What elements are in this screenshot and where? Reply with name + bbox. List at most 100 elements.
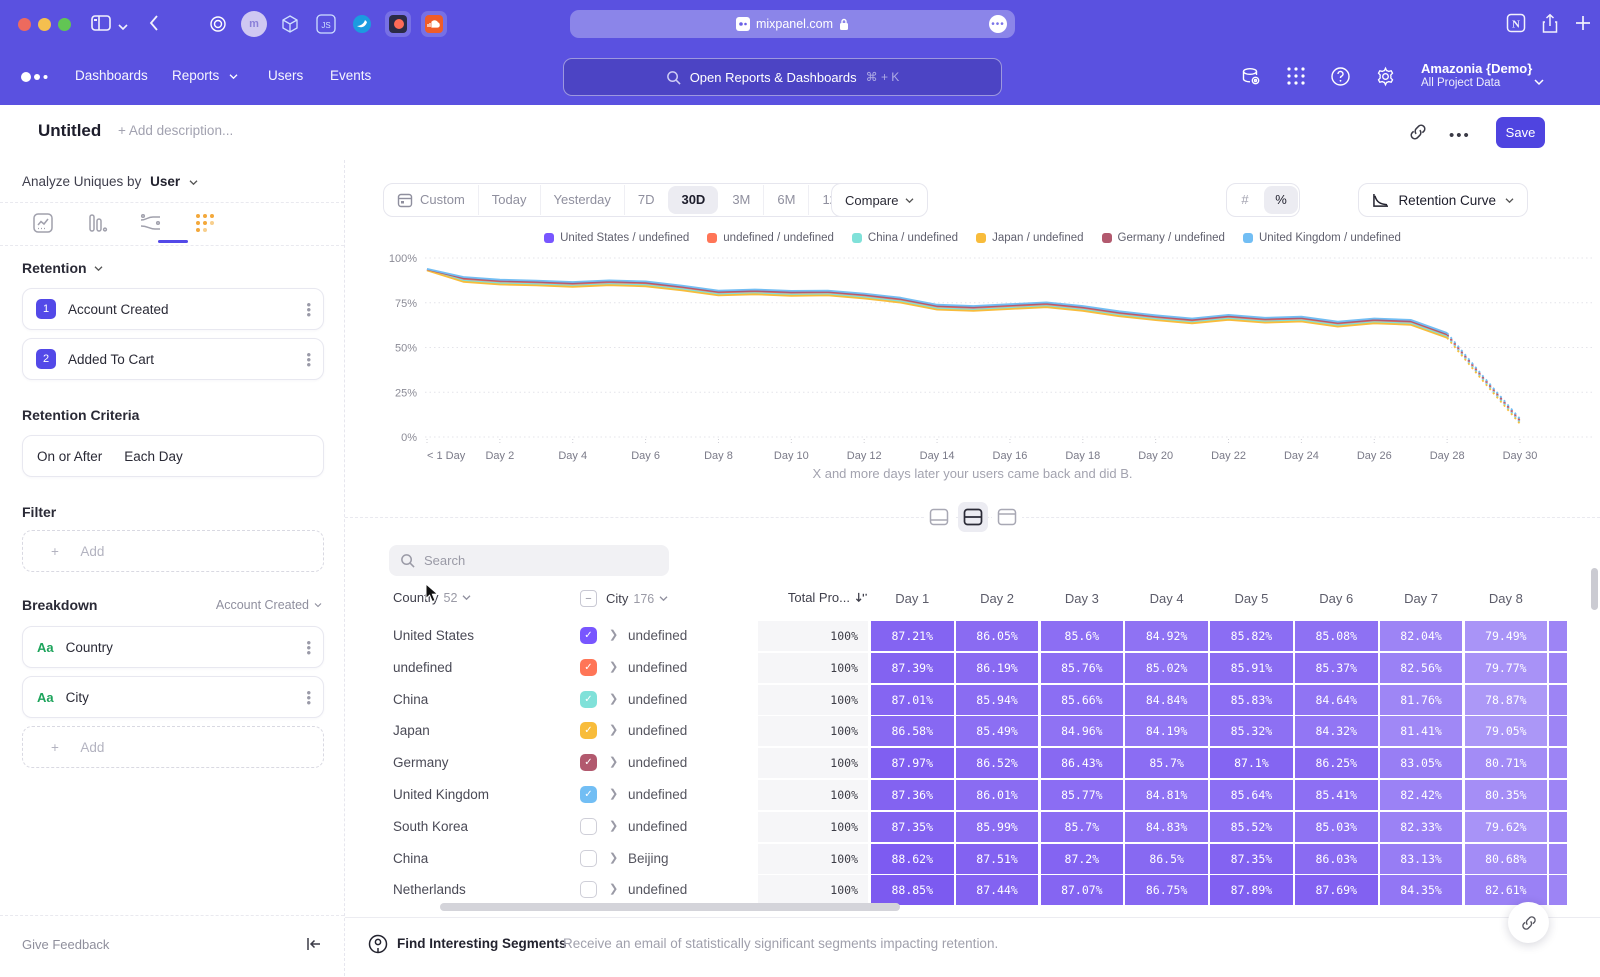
tab-retention-icon[interactable] [192, 210, 218, 236]
js-icon[interactable]: JS [313, 11, 339, 37]
save-button[interactable]: Save [1496, 117, 1545, 148]
retention-value-cell[interactable]: 85.08% [1295, 621, 1378, 651]
retention-value-cell[interactable]: 84.81% [1125, 780, 1208, 810]
retention-value-cell[interactable]: 85.37% [1295, 653, 1378, 683]
retention-value-cell[interactable]: 87.2% [1041, 844, 1124, 874]
horizontal-scrollbar[interactable] [440, 903, 900, 911]
row-checkbox[interactable] [580, 881, 597, 898]
retention-value-cell[interactable]: 83.13% [1380, 844, 1463, 874]
kebab-menu-icon[interactable]: ••• [306, 690, 311, 705]
retention-value-cell[interactable]: 85.32% [1210, 716, 1293, 746]
retention-value-cell[interactable]: 84.92% [1125, 621, 1208, 651]
retention-value-cell[interactable]: 85.76% [1041, 653, 1124, 683]
apps-grid-icon[interactable] [1286, 66, 1306, 91]
retention-value-cell[interactable]: 82.42% [1380, 780, 1463, 810]
retention-value-cell[interactable]: 85.6% [1041, 621, 1124, 651]
retention-value-cell[interactable]: 87.97% [871, 748, 954, 778]
retention-value-cell[interactable]: 79.05% [1465, 716, 1548, 746]
retention-value-cell[interactable]: 83.05% [1380, 748, 1463, 778]
retention-value-cell[interactable]: 82.56% [1380, 653, 1463, 683]
retention-value-cell[interactable]: 86.52% [956, 748, 1039, 778]
retention-value-cell[interactable]: 81.76% [1380, 685, 1463, 715]
retention-value-cell[interactable]: 85.83% [1210, 685, 1293, 715]
back-button-icon[interactable] [148, 14, 160, 37]
select-all-checkbox[interactable]: − [580, 590, 597, 607]
mixpanel-logo[interactable] [20, 70, 54, 88]
percent-toggle[interactable]: % [1264, 186, 1298, 214]
retention-value-cell[interactable]: 85.77% [1041, 780, 1124, 810]
retention-value-cell[interactable]: 87.1% [1210, 748, 1293, 778]
retention-value-cell[interactable]: 87.01% [871, 685, 954, 715]
expand-chevron-icon[interactable]: ❯ [609, 819, 618, 832]
retention-value-cell[interactable]: 84.96% [1041, 716, 1124, 746]
row-checkbox[interactable] [580, 850, 597, 867]
expand-chevron-icon[interactable]: ❯ [609, 723, 618, 736]
retention-value-cell[interactable]: 86.25% [1295, 748, 1378, 778]
soundcloud-icon[interactable] [421, 11, 447, 37]
expand-chevron-icon[interactable]: ❯ [609, 692, 618, 705]
segments-title[interactable]: Find Interesting Segments [397, 936, 567, 951]
new-tab-icon[interactable] [1574, 14, 1592, 37]
day-column-header[interactable]: Day 4 [1125, 591, 1208, 606]
row-checkbox[interactable]: ✓ [580, 627, 597, 644]
retention-value-cell[interactable]: 85.7% [1125, 748, 1208, 778]
share-icon[interactable] [1540, 13, 1560, 40]
day-column-header[interactable]: Day 1 [871, 591, 954, 606]
collapse-sidebar-icon[interactable] [306, 937, 322, 954]
criteria-mode[interactable]: On or After [37, 449, 102, 464]
retention-value-cell[interactable]: 86.03% [1295, 844, 1378, 874]
day-column-header[interactable]: Day 2 [956, 591, 1039, 606]
kebab-menu-icon[interactable]: ••• [306, 302, 311, 317]
avatar-m-icon[interactable]: m [241, 11, 267, 37]
retention-value-cell[interactable]: 85.41% [1295, 780, 1378, 810]
retention-value-cell[interactable]: 85.66% [1041, 685, 1124, 715]
range-yesterday[interactable]: Yesterday [540, 185, 624, 215]
compare-button[interactable]: Compare [831, 183, 928, 217]
step-card-account-created[interactable]: 1 Account Created ••• [22, 288, 324, 330]
retention-value-cell[interactable]: 85.91% [1210, 653, 1293, 683]
retention-line-chart[interactable]: 0%25%50%75%100%< 1 DayDay 2Day 4Day 6Day… [345, 248, 1600, 466]
criteria-card[interactable]: On or After Each Day [22, 435, 324, 477]
address-bar[interactable]: mixpanel.com ••• [570, 10, 1015, 38]
row-checkbox[interactable]: ✓ [580, 691, 597, 708]
retention-value-cell[interactable]: 88.85% [871, 875, 954, 905]
cube-icon[interactable] [277, 11, 303, 37]
range-6m[interactable]: 6M [763, 185, 808, 215]
nav-reports[interactable]: Reports [172, 68, 238, 83]
floating-share-link-button[interactable] [1508, 902, 1549, 943]
tab-overview-chevron-icon[interactable] [118, 18, 128, 36]
more-actions-icon[interactable]: ••• [1449, 127, 1471, 144]
retention-value-cell[interactable]: 85.94% [956, 685, 1039, 715]
retention-value-cell[interactable]: 85.82% [1210, 621, 1293, 651]
retention-value-cell[interactable]: 88.62% [871, 844, 954, 874]
retention-value-cell[interactable]: 84.19% [1125, 716, 1208, 746]
count-toggle[interactable]: # [1228, 186, 1262, 214]
breakdown-add-button[interactable]: + Add [22, 726, 324, 768]
range-custom[interactable]: Custom [384, 185, 478, 215]
kebab-menu-icon[interactable]: ••• [306, 640, 311, 655]
retention-value-cell[interactable]: 80.35% [1465, 780, 1548, 810]
row-checkbox[interactable]: ✓ [580, 659, 597, 676]
breakdown-card-city[interactable]: Aa City ••• [22, 676, 324, 718]
range-today[interactable]: Today [478, 185, 540, 215]
day-column-header[interactable]: Day 7 [1380, 591, 1463, 606]
kebab-menu-icon[interactable]: ••• [306, 352, 311, 367]
report-title[interactable]: Untitled [38, 121, 101, 141]
nav-dashboards[interactable]: Dashboards [75, 68, 148, 83]
retention-section-header[interactable]: Retention [22, 260, 322, 276]
day-column-header[interactable]: Day 6 [1295, 591, 1378, 606]
window-zoom-button[interactable] [58, 18, 71, 31]
expand-chevron-icon[interactable]: ❯ [609, 755, 618, 768]
retention-value-cell[interactable]: 85.52% [1210, 812, 1293, 842]
help-icon[interactable] [1330, 66, 1351, 92]
retention-value-cell[interactable]: 87.21% [871, 621, 954, 651]
project-switcher[interactable]: Amazonia {Demo} All Project Data [1421, 61, 1532, 91]
range-30d[interactable]: 30D [668, 186, 718, 214]
retention-value-cell[interactable]: 85.7% [1041, 812, 1124, 842]
retention-value-cell[interactable]: 86.05% [956, 621, 1039, 651]
layout-split-icon[interactable] [958, 502, 988, 532]
expand-chevron-icon[interactable]: ❯ [609, 882, 618, 895]
expand-chevron-icon[interactable]: ❯ [609, 851, 618, 864]
retention-value-cell[interactable]: 82.61% [1465, 875, 1548, 905]
nav-events[interactable]: Events [330, 68, 371, 83]
